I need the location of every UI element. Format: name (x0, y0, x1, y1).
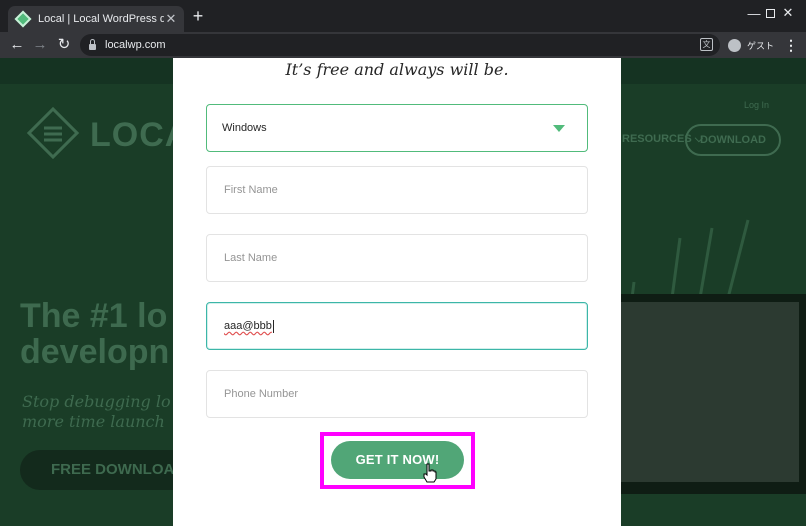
local-logo-icon (26, 106, 80, 160)
os-select[interactable]: Windows (206, 104, 588, 152)
browser-tab[interactable]: Local | Local WordPress developm ✕ (8, 6, 184, 32)
email-value: aaa@bbb (224, 320, 272, 332)
browser-menu-icon[interactable]: ⋮ (784, 36, 798, 54)
browser-toolbar: ← → ↻ localwp.com 文 ゲスト ⋮ (0, 32, 806, 58)
os-select-value: Windows (222, 122, 267, 134)
profile-button[interactable]: ゲスト (724, 35, 776, 55)
address-bar[interactable]: localwp.com (80, 34, 720, 56)
hero-headline: The #1 lo developn (20, 297, 170, 371)
profile-label: ゲスト (747, 40, 775, 51)
hand-pointer-icon (423, 463, 437, 483)
window-close-button[interactable]: ✕ (770, 0, 806, 26)
avatar-icon (728, 38, 741, 52)
chevron-down-icon (553, 125, 565, 132)
forward-button[interactable]: → (30, 35, 50, 55)
decorative-lines (630, 219, 750, 298)
hero-subline: Stop debugging lo more time launch (22, 392, 171, 431)
phone-field[interactable]: Phone Number (206, 370, 588, 418)
modal-tagline: It’s free and always will be. (285, 60, 509, 79)
signin-link[interactable]: Log In (744, 100, 769, 110)
laptop-screen (615, 302, 799, 482)
url-text: localwp.com (105, 39, 166, 51)
download-modal: It’s free and always will be. Windows Fi… (173, 58, 621, 526)
lock-icon (89, 38, 96, 50)
text-cursor (272, 319, 274, 333)
browser-tab-bar: Local | Local WordPress developm ✕ + — ✕ (0, 0, 806, 32)
new-tab-button[interactable]: + (189, 7, 207, 25)
reload-button[interactable]: ↻ (54, 35, 74, 55)
translate-icon[interactable]: 文 (700, 38, 713, 51)
back-button[interactable]: ← (7, 35, 27, 55)
email-field[interactable]: aaa@bbb (206, 302, 588, 350)
first-name-placeholder: First Name (224, 184, 278, 196)
close-tab-icon[interactable]: ✕ (164, 11, 178, 27)
page-content: LOCAL Log In RESOURCES ⌵ DOWNLOAD The #1… (0, 58, 806, 526)
last-name-field[interactable]: Last Name (206, 234, 588, 282)
first-name-field[interactable]: First Name (206, 166, 588, 214)
header-download-button[interactable]: DOWNLOAD (685, 124, 781, 156)
tab-title: Local | Local WordPress developm (38, 13, 164, 25)
phone-placeholder: Phone Number (224, 388, 298, 400)
last-name-placeholder: Last Name (224, 252, 278, 264)
get-it-now-button[interactable]: GET IT NOW! (331, 441, 464, 479)
local-favicon-icon (14, 10, 32, 28)
